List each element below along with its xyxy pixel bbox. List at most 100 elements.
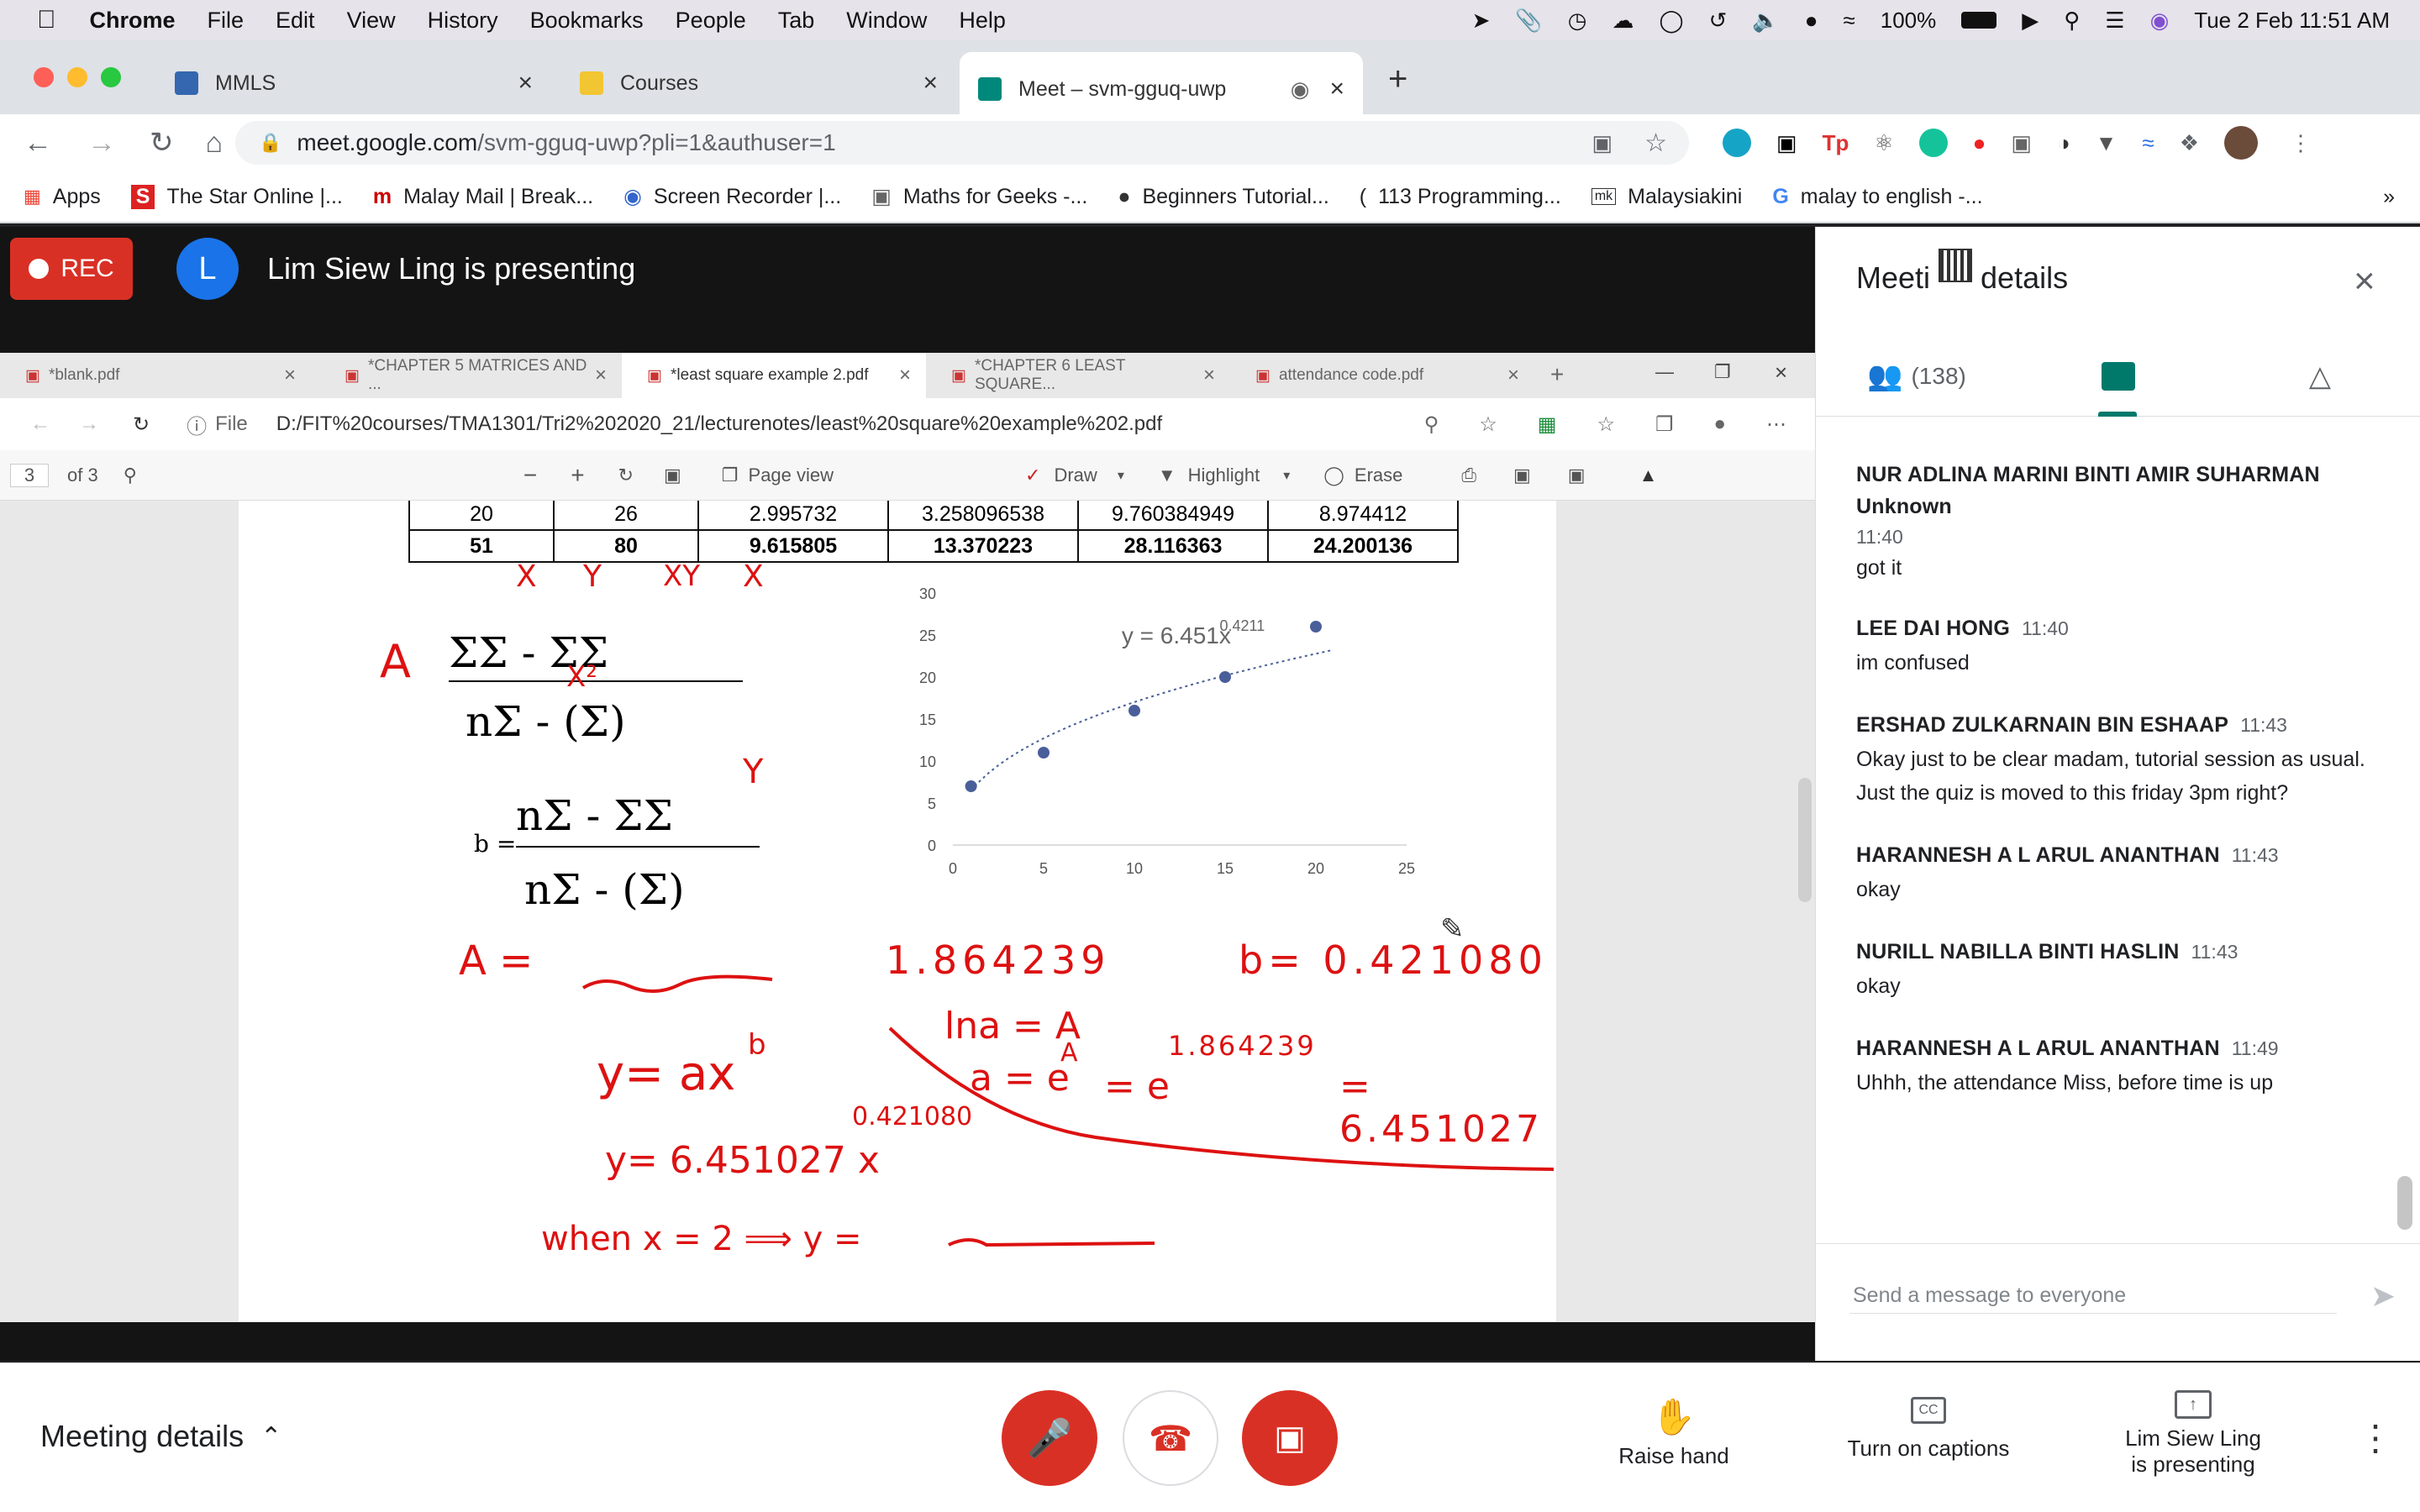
close-tab-icon[interactable]: × <box>284 364 296 387</box>
meeting-details-toggle[interactable]: Meeting details ⌃ <box>40 1419 281 1454</box>
save-icon[interactable]: ▣ <box>1513 465 1531 486</box>
pdf-scrollbar[interactable] <box>1798 778 1812 902</box>
apple-icon[interactable]:  <box>37 6 56 34</box>
extension-record-icon[interactable]: ● <box>1973 130 1986 156</box>
close-panel-icon[interactable]: × <box>2354 260 2375 302</box>
print-icon[interactable]: ⎙ <box>1461 465 1476 486</box>
more-options-icon[interactable]: ⋮ <box>2358 1417 2393 1458</box>
menu-help[interactable]: Help <box>959 8 1006 34</box>
close-tab-icon[interactable]: × <box>899 364 911 387</box>
pdf-tab-chapter6[interactable]: ▣ *CHAPTER 6 LEAST SQUARE... × <box>926 353 1230 398</box>
extension-camera-icon[interactable]: ▣ <box>2011 130 2032 156</box>
page-view-icon[interactable]: ❐ <box>722 465 739 486</box>
user-icon[interactable]: ● <box>1805 8 1818 34</box>
camera-icon[interactable]: ▣ <box>1592 130 1613 156</box>
star-icon[interactable]: ☆ <box>1644 129 1667 158</box>
extension-tp-icon[interactable]: Tp <box>1823 130 1849 156</box>
tab-mmls[interactable]: MMLS × <box>156 52 551 114</box>
pdf-tab-chapter5[interactable]: ▣ *CHAPTER 5 MATRICES AND ... × <box>319 353 622 398</box>
leave-call-button[interactable]: ☎ <box>1123 1390 1218 1486</box>
erase-icon[interactable]: ◯ <box>1323 465 1344 486</box>
camera-button[interactable]: ▣ <box>1242 1390 1338 1486</box>
zoom-icon[interactable]: ⚲ <box>1424 412 1439 437</box>
wifi-icon[interactable]: ≈ <box>1843 8 1854 34</box>
more-bookmarks-icon[interactable]: » <box>2383 185 2395 209</box>
pdf-tab-attendance[interactable]: ▣ attendance code.pdf × <box>1230 353 1534 398</box>
pdf-back-icon[interactable]: ← <box>30 412 50 436</box>
close-tab-icon[interactable]: × <box>1203 364 1215 387</box>
grid-extension-icon[interactable]: ▦ <box>1538 412 1557 437</box>
bookmark-113-programming[interactable]: (113 Programming... <box>1360 185 1561 209</box>
bookmark-malay-to-english[interactable]: Gmalay to english -... <box>1772 185 1982 209</box>
bookmark-malay-mail[interactable]: m Malay Mail | Break... <box>373 185 593 209</box>
lock-icon[interactable]: 🔒 <box>259 132 281 154</box>
menu-edit[interactable]: Edit <box>276 8 315 34</box>
close-tab-icon[interactable]: × <box>595 364 607 387</box>
pdf-page[interactable]: 20 26 2.995732 3.258096538 9.760384949 8… <box>239 501 1556 1322</box>
battery-icon[interactable] <box>1961 12 1997 29</box>
new-tab-button[interactable]: + <box>1388 60 1407 98</box>
page-view-button[interactable]: Page view <box>749 465 834 486</box>
favorite-icon[interactable]: ☆ <box>1479 412 1497 437</box>
close-tab-icon[interactable]: × <box>923 69 938 97</box>
chat-input[interactable]: Send a message to everyone <box>1849 1278 2337 1314</box>
extension-react-icon[interactable]: ⚛ <box>1874 130 1893 156</box>
location-icon[interactable]: ➤ <box>1472 8 1491 34</box>
tab-chat[interactable] <box>2018 336 2219 417</box>
spotlight-search-icon[interactable]: ⚲ <box>2064 8 2080 34</box>
paperclip-icon[interactable]: 📎 <box>1515 8 1542 34</box>
info-icon[interactable]: ⓘ <box>187 410 207 439</box>
highlight-icon[interactable]: ▼ <box>1158 465 1176 486</box>
pin-icon[interactable]: ▲ <box>1639 465 1658 486</box>
menu-history[interactable]: History <box>428 8 498 34</box>
cloud-icon[interactable]: ☁ <box>1612 8 1634 34</box>
tab-people[interactable]: 👥 (138) <box>1816 360 2018 393</box>
window-restore-icon[interactable]: ❐ <box>1714 361 1731 383</box>
menu-app-chrome[interactable]: Chrome <box>90 8 176 34</box>
erase-button[interactable]: Erase <box>1355 465 1402 486</box>
highlight-dropdown-icon[interactable]: ▾ <box>1283 467 1290 484</box>
pdf-search-icon[interactable]: ⚲ <box>124 465 137 486</box>
highlight-button[interactable]: Highlight <box>1188 465 1260 486</box>
bookmark-screen-recorder[interactable]: ◉ Screen Recorder |... <box>623 184 841 209</box>
pdf-forward-icon[interactable]: → <box>79 412 99 436</box>
pdf-tab-least-square[interactable]: ▣ *least square example 2.pdf × <box>622 353 926 398</box>
time-machine-icon[interactable]: ↺ <box>1709 8 1728 34</box>
volume-icon[interactable]: 🔈 <box>1752 8 1779 34</box>
bookmark-star-online[interactable]: S The Star Online |... <box>130 184 343 209</box>
collections-icon[interactable]: ❐ <box>1655 412 1674 437</box>
extension-circle-icon[interactable]: ◑ <box>2057 130 2070 156</box>
minimize-window-dot[interactable] <box>67 67 87 87</box>
page-number-input[interactable]: 3 <box>10 463 49 487</box>
edge-profile-icon[interactable]: ● <box>1714 412 1727 436</box>
raise-hand-button[interactable]: ✋ Raise hand <box>1607 1397 1741 1469</box>
close-tab-icon[interactable]: × <box>1507 364 1519 387</box>
rotate-icon[interactable]: ↻ <box>618 465 634 486</box>
play-icon[interactable]: ▶ <box>2022 8 2039 34</box>
extension-m-icon[interactable] <box>1723 129 1751 157</box>
pdf-tab-blank[interactable]: ▣ *blank.pdf × <box>0 353 311 398</box>
send-icon[interactable]: ➤ <box>2370 1278 2396 1314</box>
menu-tab[interactable]: Tab <box>778 8 815 34</box>
tab-courses[interactable]: Courses × <box>561 52 956 114</box>
extension-wave-icon[interactable]: ≈ <box>2142 130 2154 156</box>
maximize-window-dot[interactable] <box>101 67 121 87</box>
menu-bookmarks[interactable]: Bookmarks <box>530 8 644 34</box>
fit-page-icon[interactable]: ▣ <box>664 465 681 486</box>
save-as-icon[interactable]: ▣ <box>1568 465 1586 486</box>
close-tab-icon[interactable]: × <box>1329 75 1344 103</box>
clock[interactable]: Tue 2 Feb 11:51 AM <box>2194 8 2390 34</box>
draw-button[interactable]: Draw <box>1054 465 1097 486</box>
siri-icon[interactable]: ◉ <box>2150 8 2170 34</box>
back-icon[interactable]: ← <box>24 127 52 160</box>
extension-grammarly-icon[interactable] <box>1918 129 1948 157</box>
forward-icon[interactable]: → <box>87 127 116 160</box>
window-close-icon[interactable]: × <box>1775 360 1787 386</box>
close-window-dot[interactable] <box>34 67 54 87</box>
zoom-in-icon[interactable]: + <box>571 462 584 489</box>
presenting-button[interactable]: ↑ Lim Siew Ling is presenting <box>2092 1390 2294 1478</box>
zoom-out-icon[interactable]: − <box>523 462 537 489</box>
draw-dropdown-icon[interactable]: ▾ <box>1118 467 1124 484</box>
bookmark-beginners-tutorial[interactable]: ● Beginners Tutorial... <box>1118 185 1328 209</box>
glasses-icon[interactable]: ◯ <box>1659 8 1683 34</box>
